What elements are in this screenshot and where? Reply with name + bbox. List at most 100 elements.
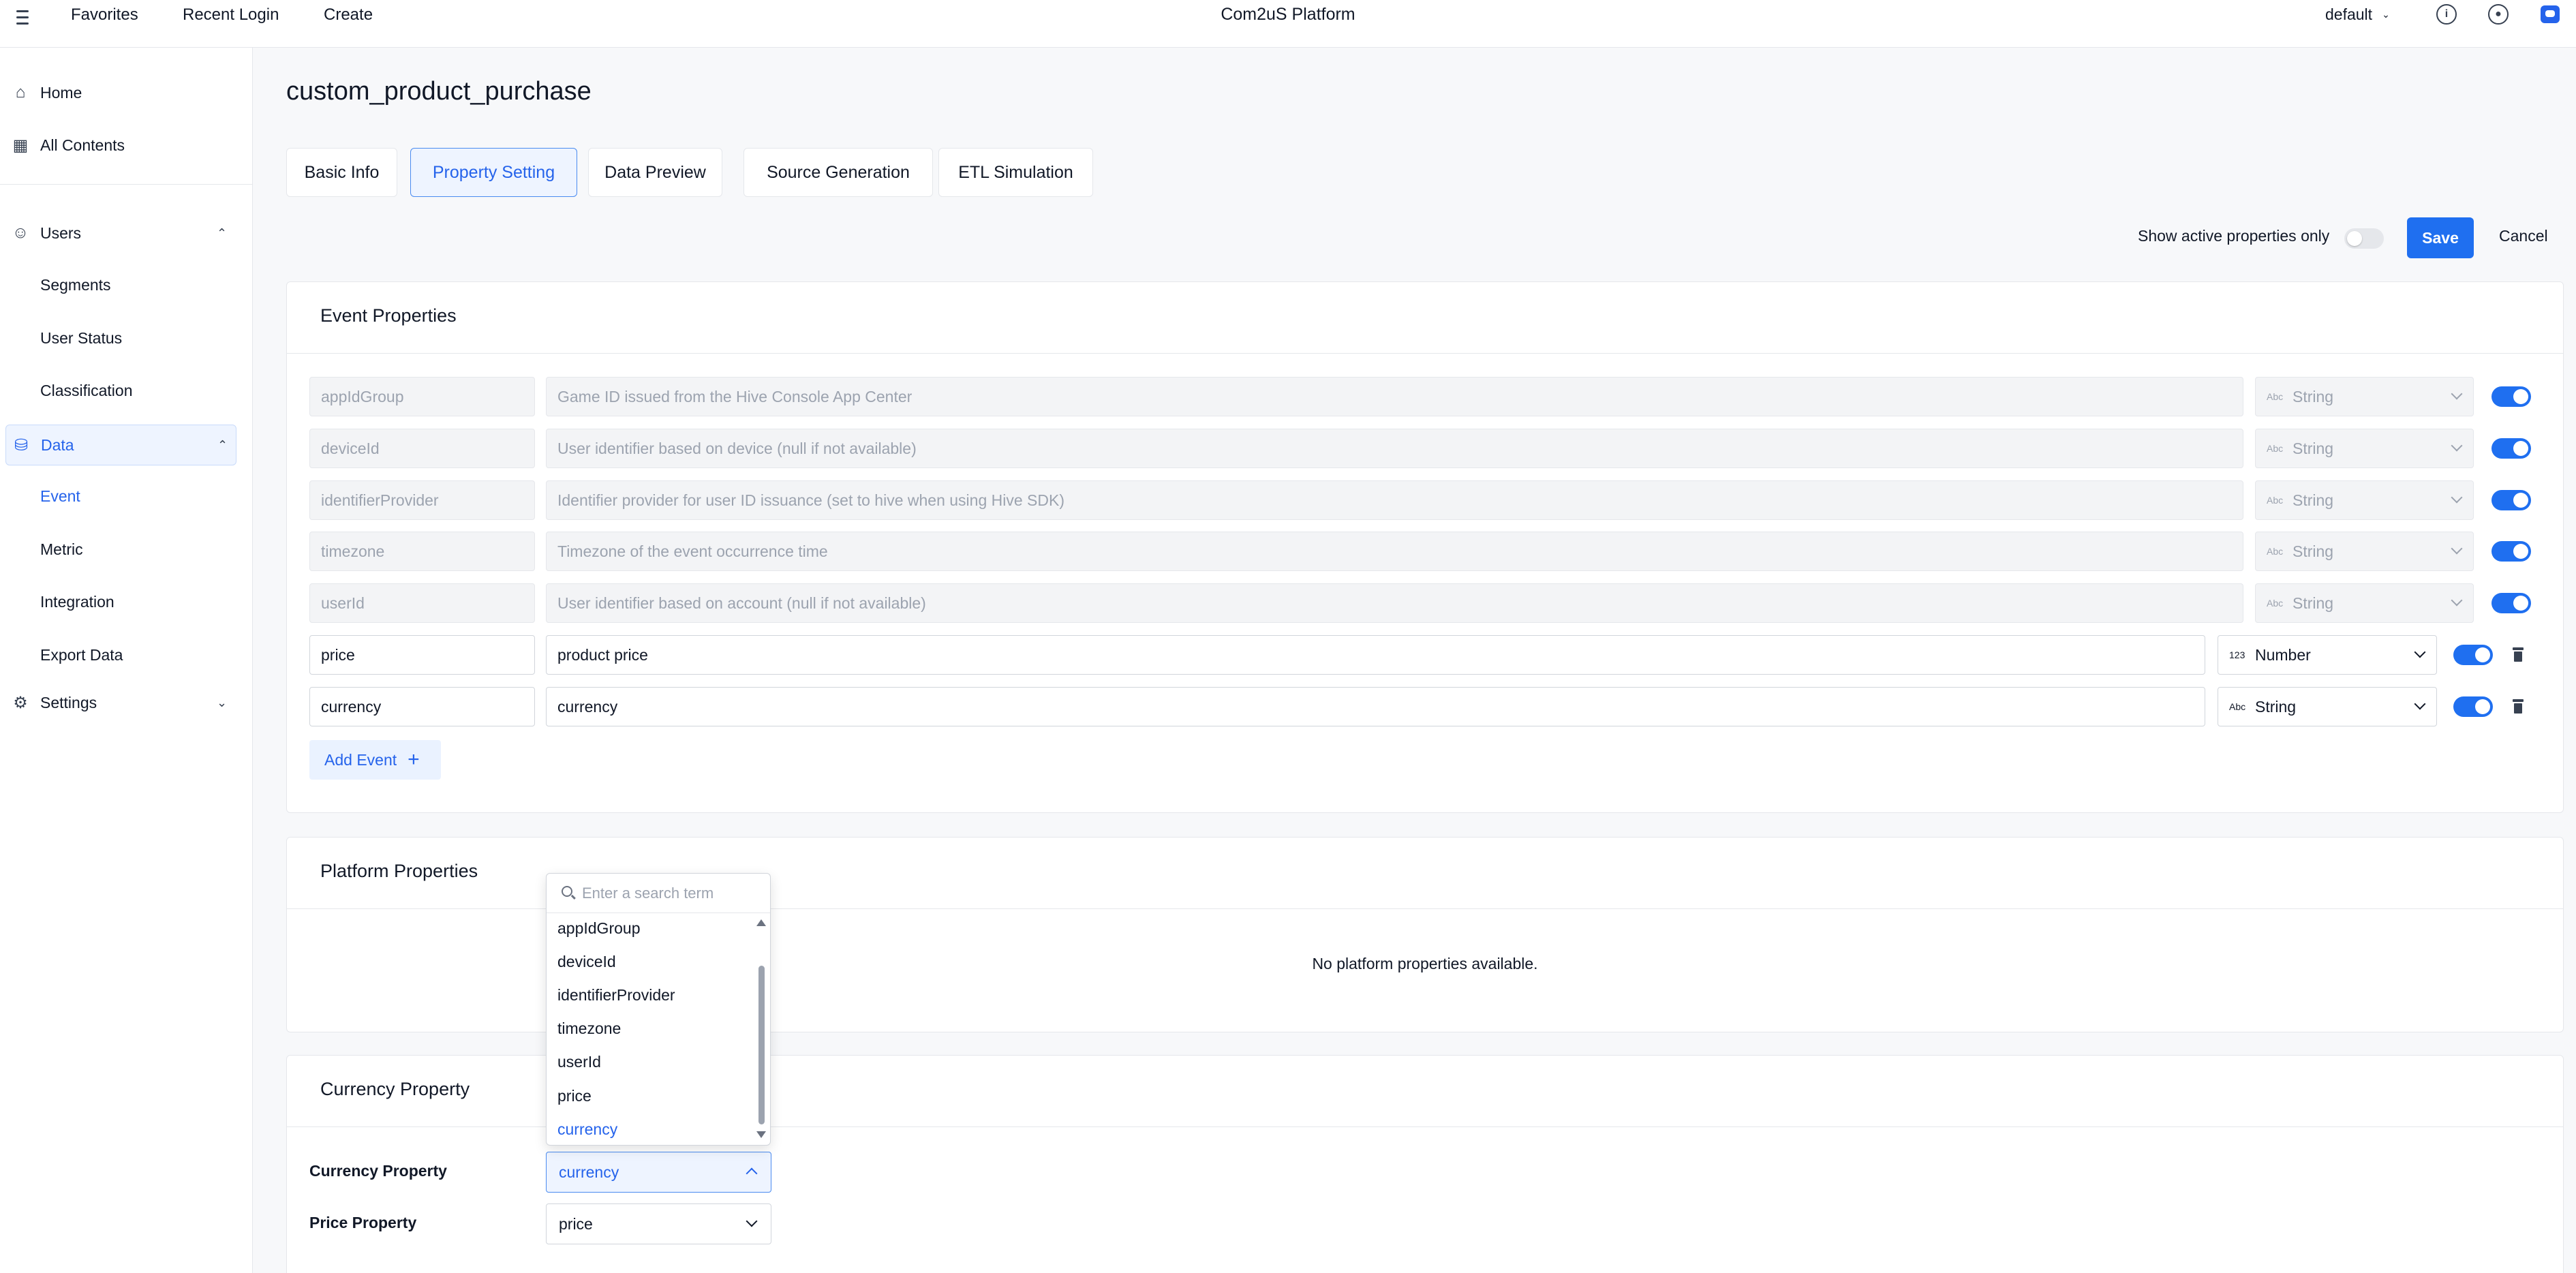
show-active-toggle[interactable] (2344, 228, 2384, 249)
property-description-field[interactable]: product price (546, 635, 2205, 675)
currency-property-select[interactable]: currency (546, 1152, 771, 1193)
scroll-up-icon[interactable] (756, 919, 766, 926)
property-name-field: appIdGroup (309, 377, 535, 416)
property-type-value: String (2293, 439, 2334, 457)
property-enabled-toggle[interactable] (2491, 593, 2531, 613)
sidebar-item-label: All Contents (40, 136, 125, 154)
chevron-down-icon (2451, 388, 2463, 400)
plus-icon: + (408, 748, 420, 771)
add-event-button[interactable]: Add Event + (309, 740, 441, 780)
platform-title: Com2uS Platform (1221, 5, 1355, 24)
property-enabled-toggle[interactable] (2491, 386, 2531, 407)
property-type-select[interactable]: 123 Number (2218, 635, 2437, 675)
card-title: Event Properties (320, 305, 457, 326)
sidebar-item-users[interactable]: ☺ Users ⌃ (0, 213, 253, 254)
property-name-field[interactable]: currency (309, 687, 535, 726)
sidebar-item-settings[interactable]: ⚙ Settings ⌄ (0, 682, 253, 723)
price-property-select[interactable]: price (546, 1203, 771, 1244)
property-enabled-toggle[interactable] (2453, 645, 2493, 665)
dropdown-option[interactable]: currency (557, 1120, 617, 1139)
chevron-down-icon (746, 1215, 758, 1227)
sidebar-item-segments[interactable]: Segments (40, 276, 111, 294)
trash-icon[interactable] (2512, 699, 2524, 714)
number-type-icon: 123 (2229, 649, 2245, 660)
recent-login-link[interactable]: Recent Login (183, 5, 279, 25)
account-icon[interactable]: ● (2488, 4, 2509, 25)
property-type-value: Number (2255, 645, 2311, 664)
currency-property-label: Currency Property (309, 1162, 447, 1180)
sidebar-item-metric[interactable]: Metric (40, 540, 83, 559)
info-icon[interactable]: i (2436, 4, 2457, 25)
gear-icon: ⚙ (13, 693, 28, 712)
top-bar: Favorites Recent Login Create Com2uS Pla… (0, 0, 2576, 48)
dropdown-option[interactable]: deviceId (557, 953, 616, 971)
chevron-down-icon (2414, 646, 2426, 658)
property-type-value: String (2255, 697, 2297, 716)
price-property-label: Price Property (309, 1214, 417, 1231)
chevron-down-icon: ⌄ (2382, 9, 2390, 20)
sidebar-divider (0, 184, 253, 185)
dropdown-option[interactable]: identifierProvider (557, 986, 675, 1004)
sidebar-item-label: Settings (40, 693, 97, 711)
sidebar-item-all-contents[interactable]: ▦ All Contents (0, 125, 253, 166)
menu-icon[interactable] (11, 7, 31, 27)
tab-etl-simulation[interactable]: ETL Simulation (938, 148, 1093, 197)
card-header: Event Properties (287, 282, 2563, 354)
dropdown-search (547, 874, 770, 913)
string-type-icon: Abc (2267, 443, 2284, 454)
chevron-up-icon: ⌃ (217, 226, 228, 240)
dropdown-scrollbar-thumb[interactable] (758, 966, 765, 1124)
property-type-select: Abc String (2255, 429, 2474, 468)
sidebar-item-label: Data (41, 435, 74, 454)
property-enabled-toggle[interactable] (2491, 541, 2531, 562)
sidebar-item-classification[interactable]: Classification (40, 382, 133, 400)
show-active-label: Show active properties only (2138, 227, 2330, 245)
chevron-down-icon (2451, 491, 2463, 504)
string-type-icon: Abc (2267, 598, 2284, 609)
trash-icon[interactable] (2512, 647, 2524, 662)
property-enabled-toggle[interactable] (2491, 438, 2531, 459)
property-description-field: User identifier based on account (null i… (546, 583, 2243, 623)
sidebar-item-data[interactable]: ⛁ Data ⌃ (5, 425, 236, 465)
sidebar-item-label: Home (40, 83, 82, 102)
brand-logo-icon (2541, 5, 2560, 23)
property-enabled-toggle[interactable] (2453, 696, 2493, 717)
tab-basic-info[interactable]: Basic Info (286, 148, 397, 197)
workspace-select[interactable]: default ⌄ (2325, 5, 2390, 24)
sidebar-item-event[interactable]: Event (40, 487, 80, 506)
tab-data-preview[interactable]: Data Preview (588, 148, 722, 197)
create-link[interactable]: Create (324, 5, 373, 25)
string-type-icon: Abc (2267, 391, 2284, 402)
property-description-field[interactable]: currency (546, 687, 2205, 726)
scroll-down-icon[interactable] (756, 1131, 766, 1138)
property-type-value: String (2293, 542, 2334, 560)
card-title: Platform Properties (320, 861, 478, 881)
property-type-value: String (2293, 594, 2334, 612)
property-name-field: deviceId (309, 429, 535, 468)
dropdown-option[interactable]: appIdGroup (557, 919, 640, 938)
chevron-up-icon: ⌃ (217, 438, 228, 452)
save-button[interactable]: Save (2407, 217, 2474, 258)
tab-property-setting[interactable]: Property Setting (410, 148, 577, 197)
property-description-field: User identifier based on device (null if… (546, 429, 2243, 468)
sidebar: ⌂ Home ▦ All Contents ☺ Users ⌃ Segments… (0, 48, 253, 1273)
string-type-icon: Abc (2267, 495, 2284, 506)
dropdown-option[interactable]: timezone (557, 1019, 621, 1038)
property-name-field[interactable]: price (309, 635, 535, 675)
sidebar-item-export-data[interactable]: Export Data (40, 646, 123, 664)
property-type-value: String (2293, 491, 2334, 509)
dropdown-option[interactable]: price (557, 1087, 592, 1105)
property-enabled-toggle[interactable] (2491, 490, 2531, 510)
sidebar-item-integration[interactable]: Integration (40, 593, 114, 611)
cancel-button[interactable]: Cancel (2499, 227, 2548, 245)
dropdown-search-input[interactable] (582, 882, 759, 905)
sidebar-item-home[interactable]: ⌂ Home (0, 72, 253, 113)
sidebar-item-user-status[interactable]: User Status (40, 329, 122, 348)
chevron-up-icon (746, 1167, 758, 1180)
property-type-select[interactable]: Abc String (2218, 687, 2437, 726)
dropdown-option[interactable]: userId (557, 1053, 601, 1071)
tab-source-generation[interactable]: Source Generation (743, 148, 933, 197)
favorites-link[interactable]: Favorites (71, 5, 138, 25)
property-description-field: Identifier provider for user ID issuance… (546, 480, 2243, 520)
chevron-down-icon (2451, 542, 2463, 555)
